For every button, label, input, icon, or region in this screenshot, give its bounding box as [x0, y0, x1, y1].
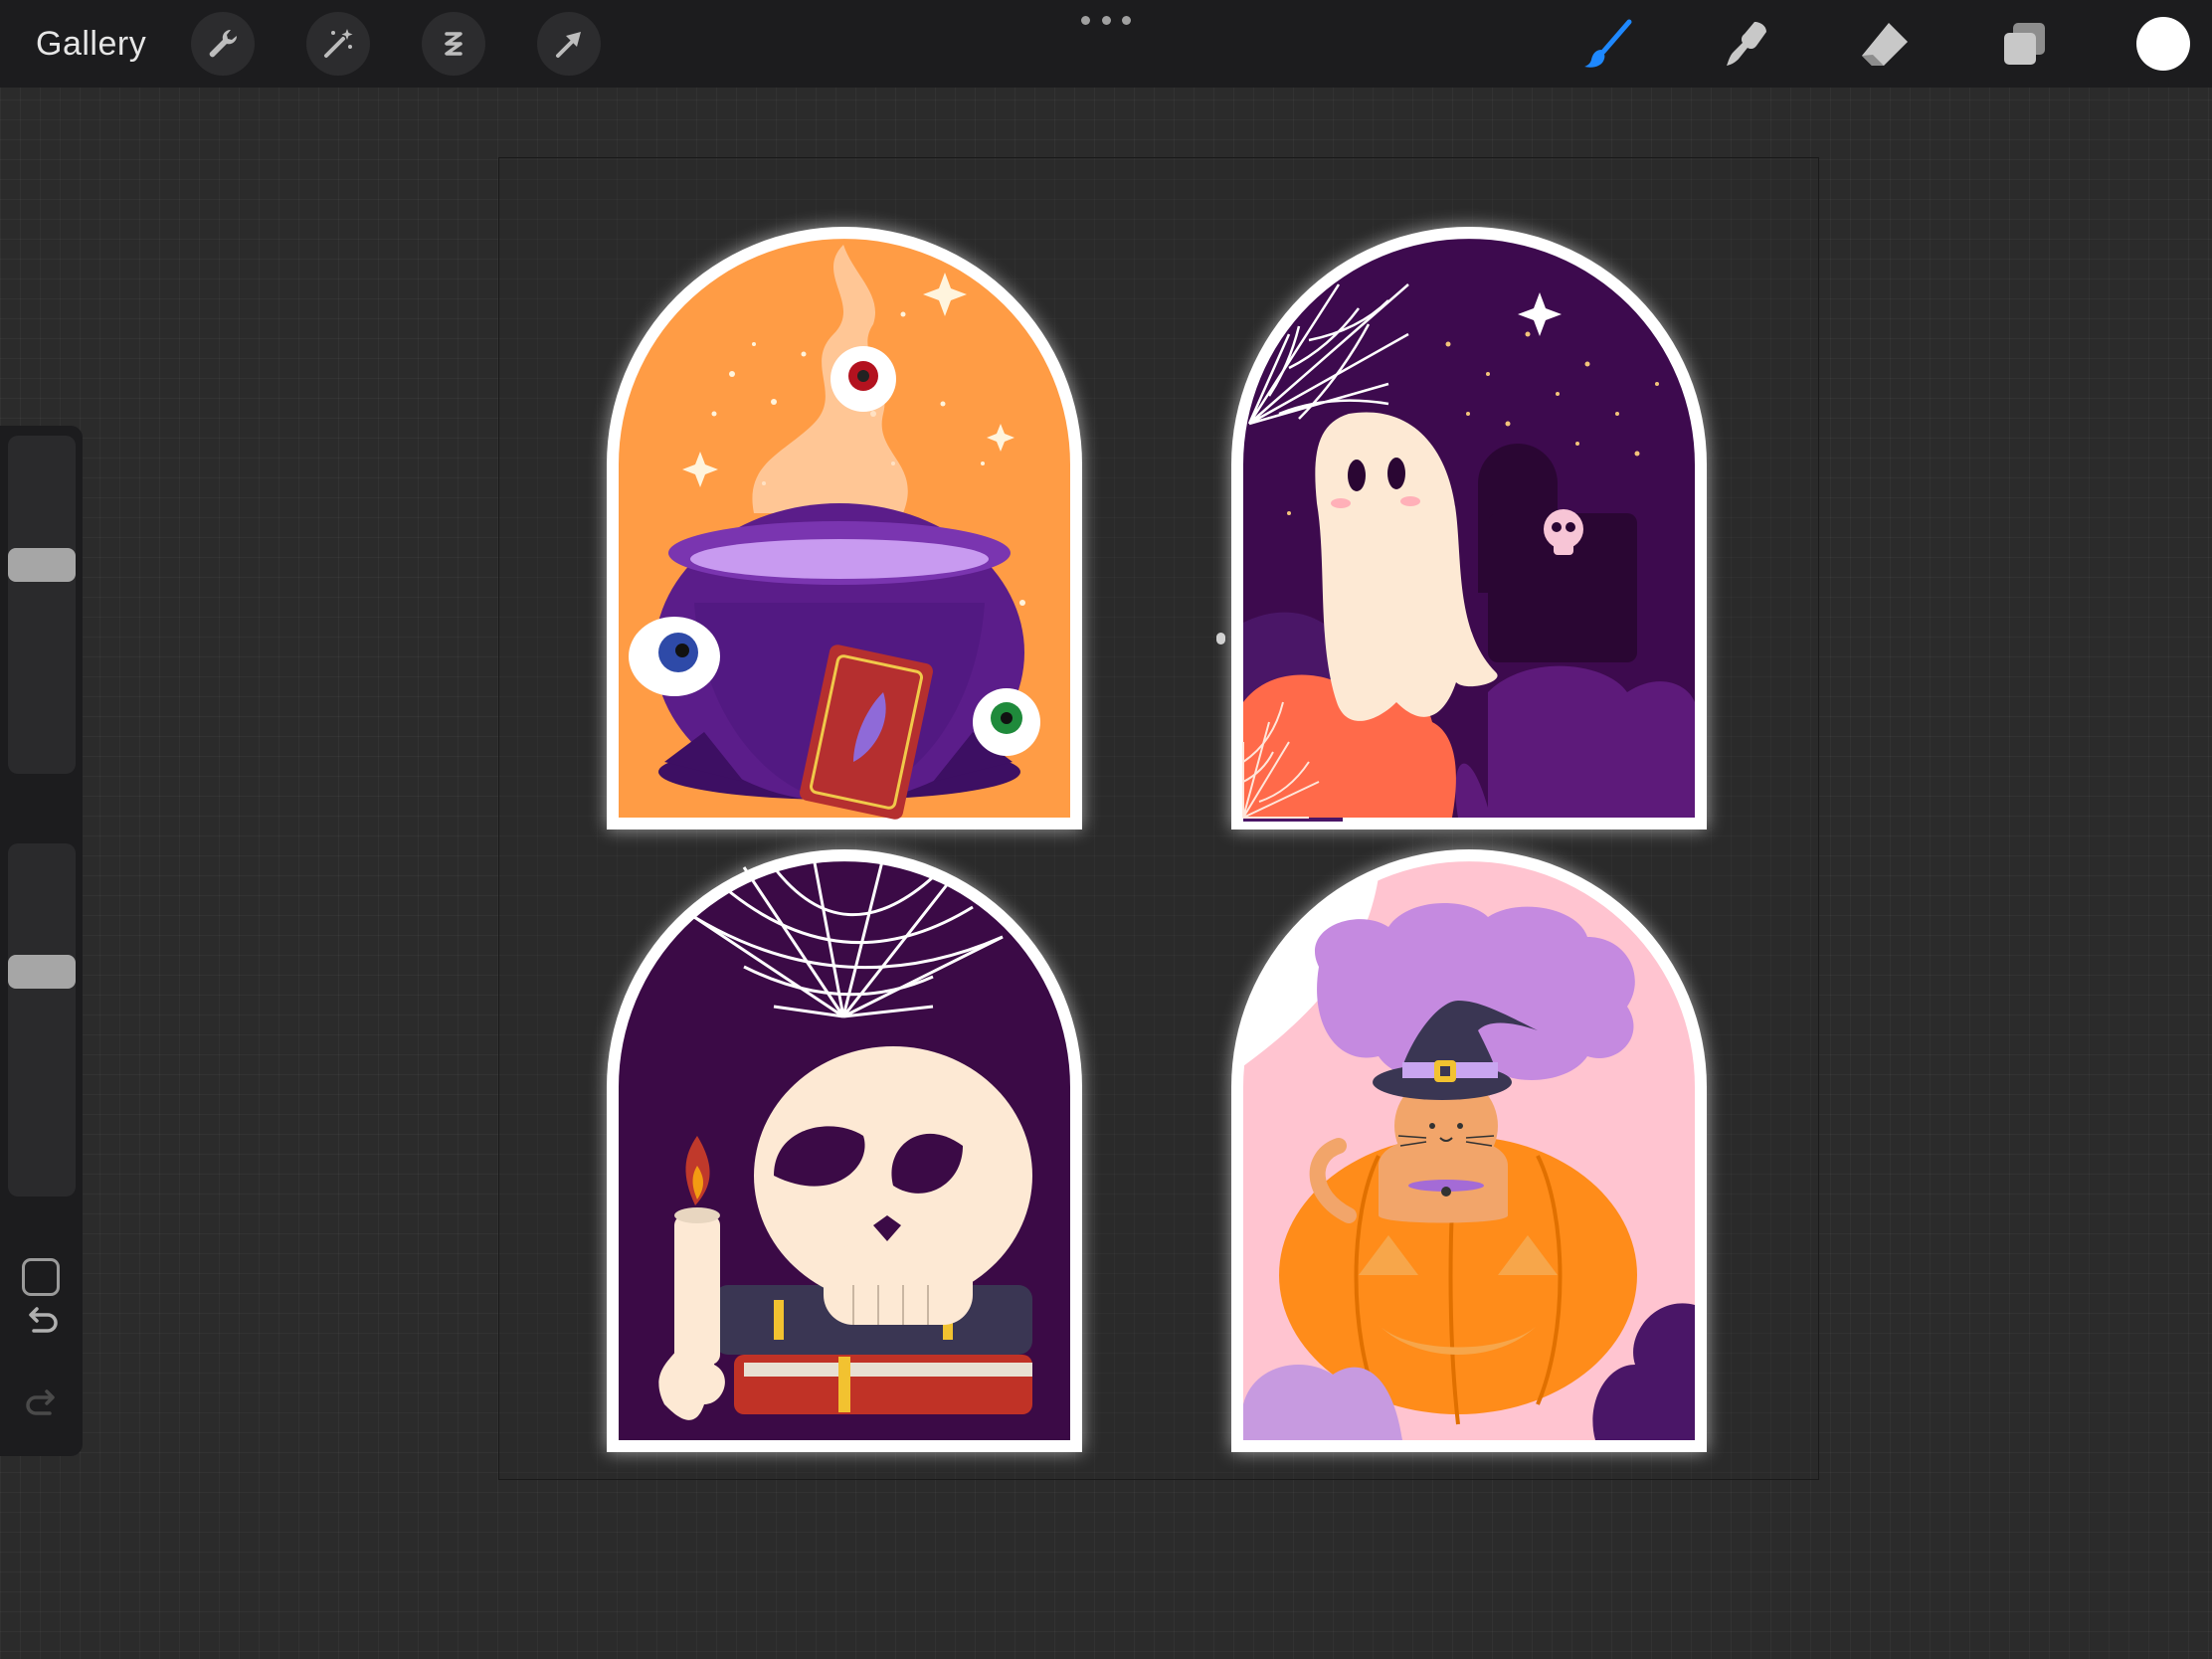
- layers-button[interactable]: [1993, 14, 2055, 76]
- ghost-sticker[interactable]: [1229, 225, 1709, 833]
- top-toolbar: Gallery: [0, 0, 2212, 88]
- skull-sticker[interactable]: [605, 847, 1084, 1456]
- transform-arrow-icon: [556, 32, 581, 58]
- wrench-icon: [209, 29, 238, 58]
- color-picker-button[interactable]: [2136, 17, 2190, 71]
- redo-icon: [26, 1389, 55, 1415]
- selection-button[interactable]: [422, 12, 485, 76]
- layers-icon: [2004, 23, 2045, 65]
- eraser-icon: [1862, 23, 1908, 66]
- cauldron-sticker[interactable]: [605, 225, 1084, 833]
- opacity-slider[interactable]: [8, 843, 76, 1197]
- paint-tool-button[interactable]: [1577, 14, 1639, 76]
- transform-button[interactable]: [537, 12, 601, 76]
- smudge-tool-button[interactable]: [1715, 14, 1776, 76]
- left-sidebar: [0, 426, 83, 1456]
- actions-button[interactable]: [191, 12, 255, 76]
- gallery-button[interactable]: Gallery: [36, 22, 146, 66]
- more-options-icon[interactable]: [1081, 10, 1131, 30]
- smudge-icon: [1727, 22, 1766, 66]
- brush-size-slider-thumb[interactable]: [8, 548, 76, 583]
- adjustments-button[interactable]: [306, 12, 370, 76]
- redo-button[interactable]: [20, 1383, 64, 1427]
- undo-icon: [29, 1307, 58, 1333]
- brush-icon: [1584, 19, 1632, 68]
- cat-pumpkin-sticker[interactable]: [1229, 847, 1709, 1456]
- cursor-indicator: [1216, 633, 1225, 645]
- erase-tool-button[interactable]: [1854, 14, 1916, 76]
- opacity-slider-thumb[interactable]: [8, 955, 76, 990]
- brush-size-slider[interactable]: [8, 436, 76, 774]
- undo-button[interactable]: [20, 1301, 64, 1345]
- magic-wand-icon: [324, 29, 353, 58]
- eyedropper-modify-button[interactable]: [22, 1258, 60, 1296]
- selection-icon: [445, 32, 462, 56]
